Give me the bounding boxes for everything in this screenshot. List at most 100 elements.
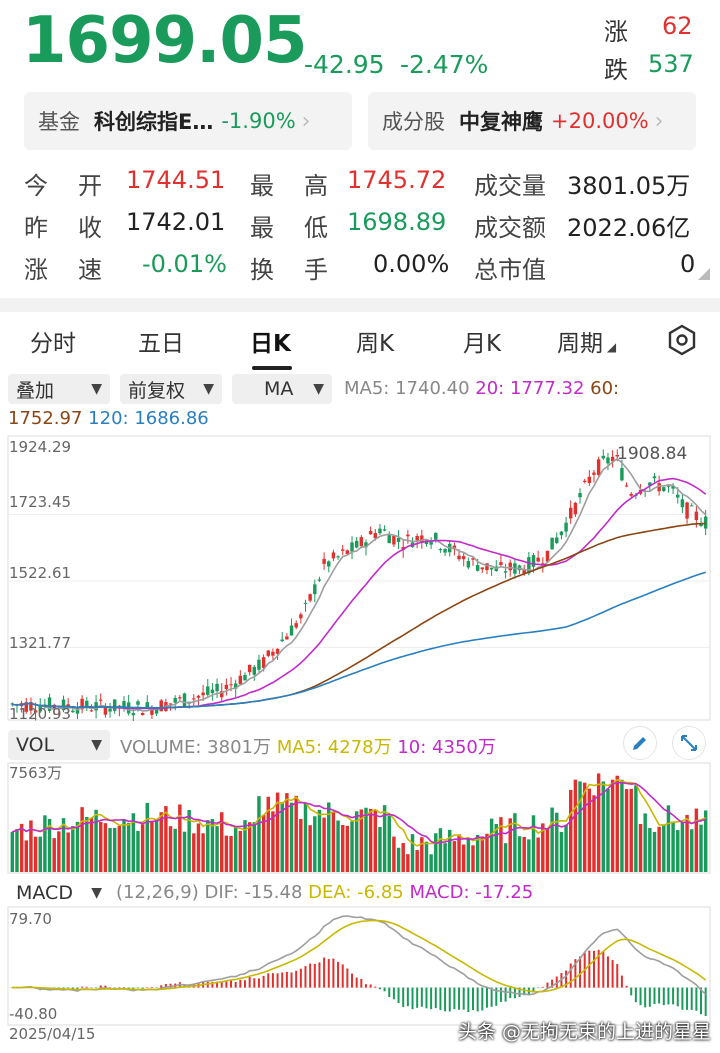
candle-body	[178, 697, 182, 699]
candle-body	[340, 549, 345, 551]
volume-bar	[685, 814, 689, 872]
macd-histogram-bar	[239, 979, 242, 988]
macd-histogram-bar	[499, 987, 502, 1002]
macd-histogram-bar	[85, 986, 88, 988]
tab-intraday[interactable]: 分时	[30, 324, 76, 358]
macd-histogram-bar	[113, 987, 116, 989]
stat-prevclose-label: 昨收	[24, 214, 132, 242]
volume-bar	[317, 809, 322, 872]
ma60-label: 60:	[590, 378, 620, 399]
caret-down-icon: ▼	[313, 381, 324, 397]
volume-bar	[573, 779, 578, 872]
candle-body	[703, 516, 708, 529]
tab-monthly-k[interactable]: 月K	[463, 324, 501, 358]
candle-body	[434, 532, 438, 540]
volume-bar	[578, 781, 582, 872]
macd-dropdown[interactable]: MACD ▼	[8, 878, 110, 908]
candle-body	[573, 502, 578, 515]
related-fund-card[interactable]: 基金 科创综指E… -1.90% ›	[24, 92, 352, 150]
macd-histogram-bar	[579, 956, 582, 988]
volume-bar	[396, 847, 401, 872]
tab-period[interactable]: 周期 ◢	[557, 324, 616, 358]
adjust-dropdown[interactable]: 前复权 ▼	[120, 374, 222, 404]
stat-marketcap-value: 0	[680, 250, 696, 278]
dif-line	[12, 915, 707, 996]
kline-chart[interactable]	[0, 434, 720, 724]
expand-arrows-icon	[681, 735, 697, 751]
ma60-value: 1752.97	[8, 408, 83, 429]
related-stock-name: 中复神鹰	[459, 110, 543, 134]
fullscreen-button[interactable]	[672, 726, 706, 760]
candle-body	[354, 540, 359, 548]
volume-bar	[569, 789, 573, 872]
volume-bar	[513, 813, 517, 872]
macd-histogram-bar	[485, 987, 488, 1008]
candle-body	[406, 534, 410, 537]
tab-five-day[interactable]: 五日	[138, 324, 184, 358]
candle-body	[536, 557, 540, 562]
pencil-icon	[633, 737, 646, 750]
candle-body	[368, 530, 373, 535]
edit-pencil-button[interactable]	[623, 726, 657, 760]
settings-hexagon-icon[interactable]	[667, 324, 697, 356]
macd-histogram-bar	[355, 977, 358, 988]
volume-bar	[112, 827, 117, 872]
volume-bar	[527, 839, 531, 872]
candle-body	[466, 561, 471, 568]
related-stock-card[interactable]: 成分股 中复神鹰 +20.00% ›	[368, 92, 696, 150]
vol-dropdown[interactable]: VOL ▼	[8, 730, 110, 760]
tab-daily-k[interactable]: 日K	[250, 324, 291, 358]
candle-body	[550, 537, 554, 550]
candle-body	[131, 713, 136, 716]
macd-histogram-bar	[383, 987, 386, 992]
macd-chart[interactable]	[0, 906, 720, 1026]
vol-ma10-value: 10: 4350万	[397, 737, 496, 758]
tab-weekly-k[interactable]: 周K	[356, 324, 394, 358]
macd-histogram-bar	[257, 978, 260, 988]
volume-bar	[671, 821, 675, 872]
macd-histogram-bar	[346, 968, 349, 988]
macd-histogram-bar	[695, 987, 698, 1011]
candle-body	[317, 579, 322, 581]
expand-corner-icon[interactable]	[698, 268, 710, 280]
macd-histogram-bar	[653, 987, 656, 1005]
macd-histogram-bar	[225, 980, 228, 988]
dea-line	[12, 919, 707, 993]
related-fund-change: -1.90%	[221, 109, 296, 133]
candle-body	[359, 537, 364, 547]
volume-bar	[10, 831, 15, 872]
related-fund-label: 基金	[38, 110, 80, 134]
macd-histogram-bar	[369, 984, 372, 988]
indicator-dropdown[interactable]: MA ▼	[232, 374, 332, 404]
volume-bar	[336, 820, 340, 872]
overlay-dropdown[interactable]: 叠加 ▼	[8, 374, 110, 404]
macd-histogram-bar	[458, 987, 461, 1010]
candle-body	[443, 549, 447, 553]
macd-histogram-bar	[639, 987, 642, 1006]
volume-bar	[489, 818, 494, 872]
section-divider	[0, 298, 720, 312]
candle-body	[71, 710, 75, 713]
macd-histogram-bar	[99, 985, 102, 988]
macd-histogram-bar	[392, 987, 395, 1000]
volume-bar	[66, 832, 70, 872]
volume-bar	[350, 821, 354, 872]
volume-value: VOLUME: 3801万	[120, 737, 271, 758]
volume-bar	[215, 826, 219, 872]
volume-bar	[368, 808, 373, 872]
macd-histogram-bar	[620, 975, 623, 988]
macd-histogram-bar	[616, 964, 619, 988]
macd-histogram-bar	[704, 987, 707, 1016]
volume-bar	[364, 807, 368, 872]
volume-bar	[271, 811, 275, 872]
candle-body	[224, 684, 229, 690]
macd-params: (12,26,9)	[116, 882, 199, 903]
volume-bar	[229, 835, 233, 872]
macd-histogram-bar	[378, 987, 381, 990]
volume-bar	[652, 831, 657, 872]
candle-body	[327, 561, 331, 567]
volume-chart[interactable]	[0, 762, 720, 874]
volume-bar	[503, 843, 508, 872]
volume-bar	[606, 788, 610, 872]
macd-histogram-bar	[388, 987, 391, 998]
